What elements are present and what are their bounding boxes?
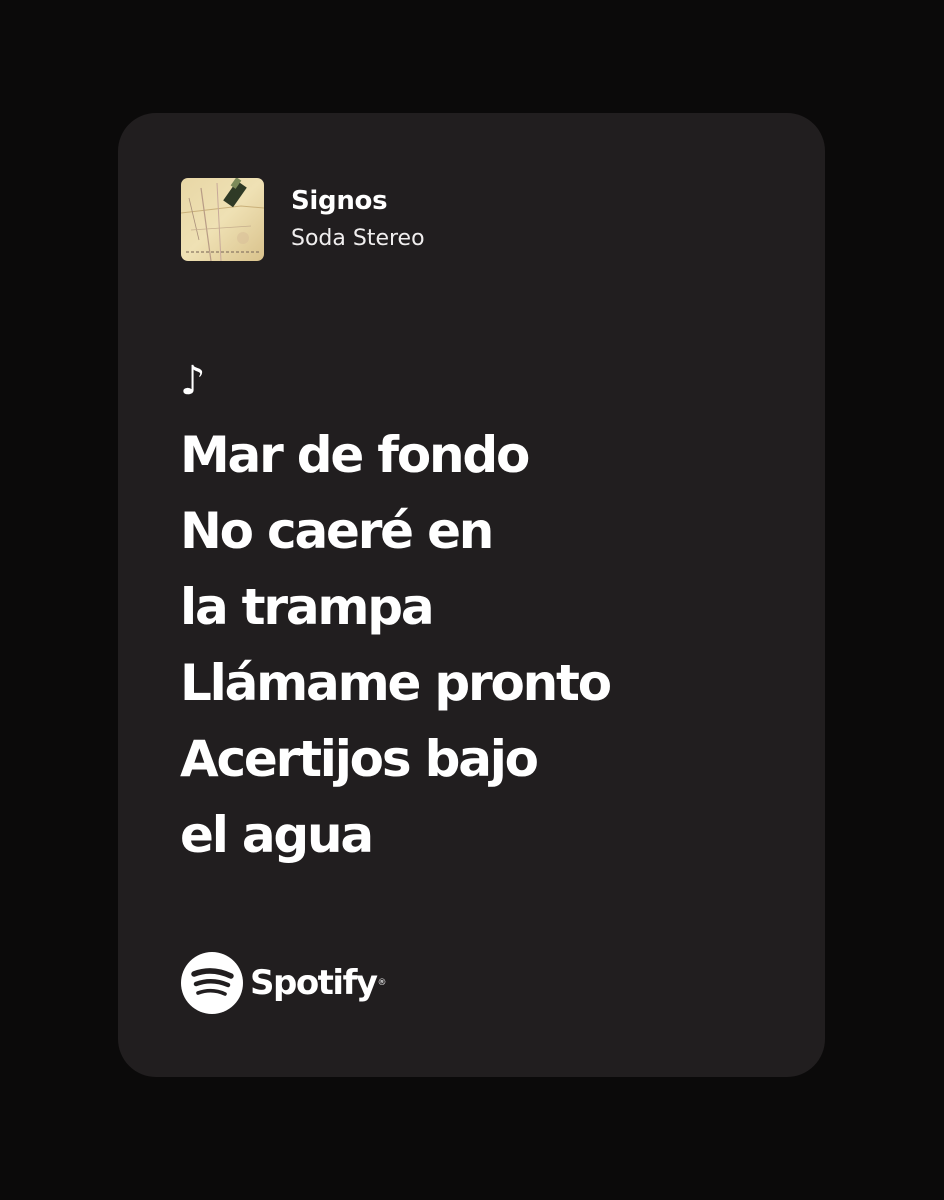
- artist-name: Soda Stereo: [291, 226, 425, 251]
- track-header: Signos Soda Stereo: [181, 177, 425, 261]
- spotify-brand: Spotify®: [181, 952, 387, 1014]
- lyric-line: Mar de fondo: [180, 426, 530, 484]
- spotify-wordmark: Spotify®: [250, 963, 387, 1003]
- registered-mark: ®: [377, 978, 387, 988]
- lyric-line: el agua: [180, 806, 374, 864]
- lyric-line: No caeré en: [180, 502, 494, 560]
- album-cover: [181, 177, 264, 261]
- lyrics-block: Mar de fondo No caeré en la trampa Lláma…: [180, 417, 800, 873]
- lyric-line: Acertijos bajo: [180, 730, 539, 788]
- lyric-line: Llámame pronto: [180, 654, 612, 712]
- spotify-wordmark-text: Spotify: [250, 963, 378, 1003]
- music-note-icon: ♪: [180, 358, 206, 404]
- lyrics-share-card: Signos Soda Stereo ♪ Mar de fondo No cae…: [118, 113, 825, 1077]
- track-info: Signos Soda Stereo: [291, 184, 425, 254]
- lyric-line: la trampa: [180, 578, 435, 636]
- spotify-logo-icon: [181, 952, 243, 1014]
- song-title: Signos: [291, 186, 388, 216]
- album-cover-art: [181, 177, 264, 261]
